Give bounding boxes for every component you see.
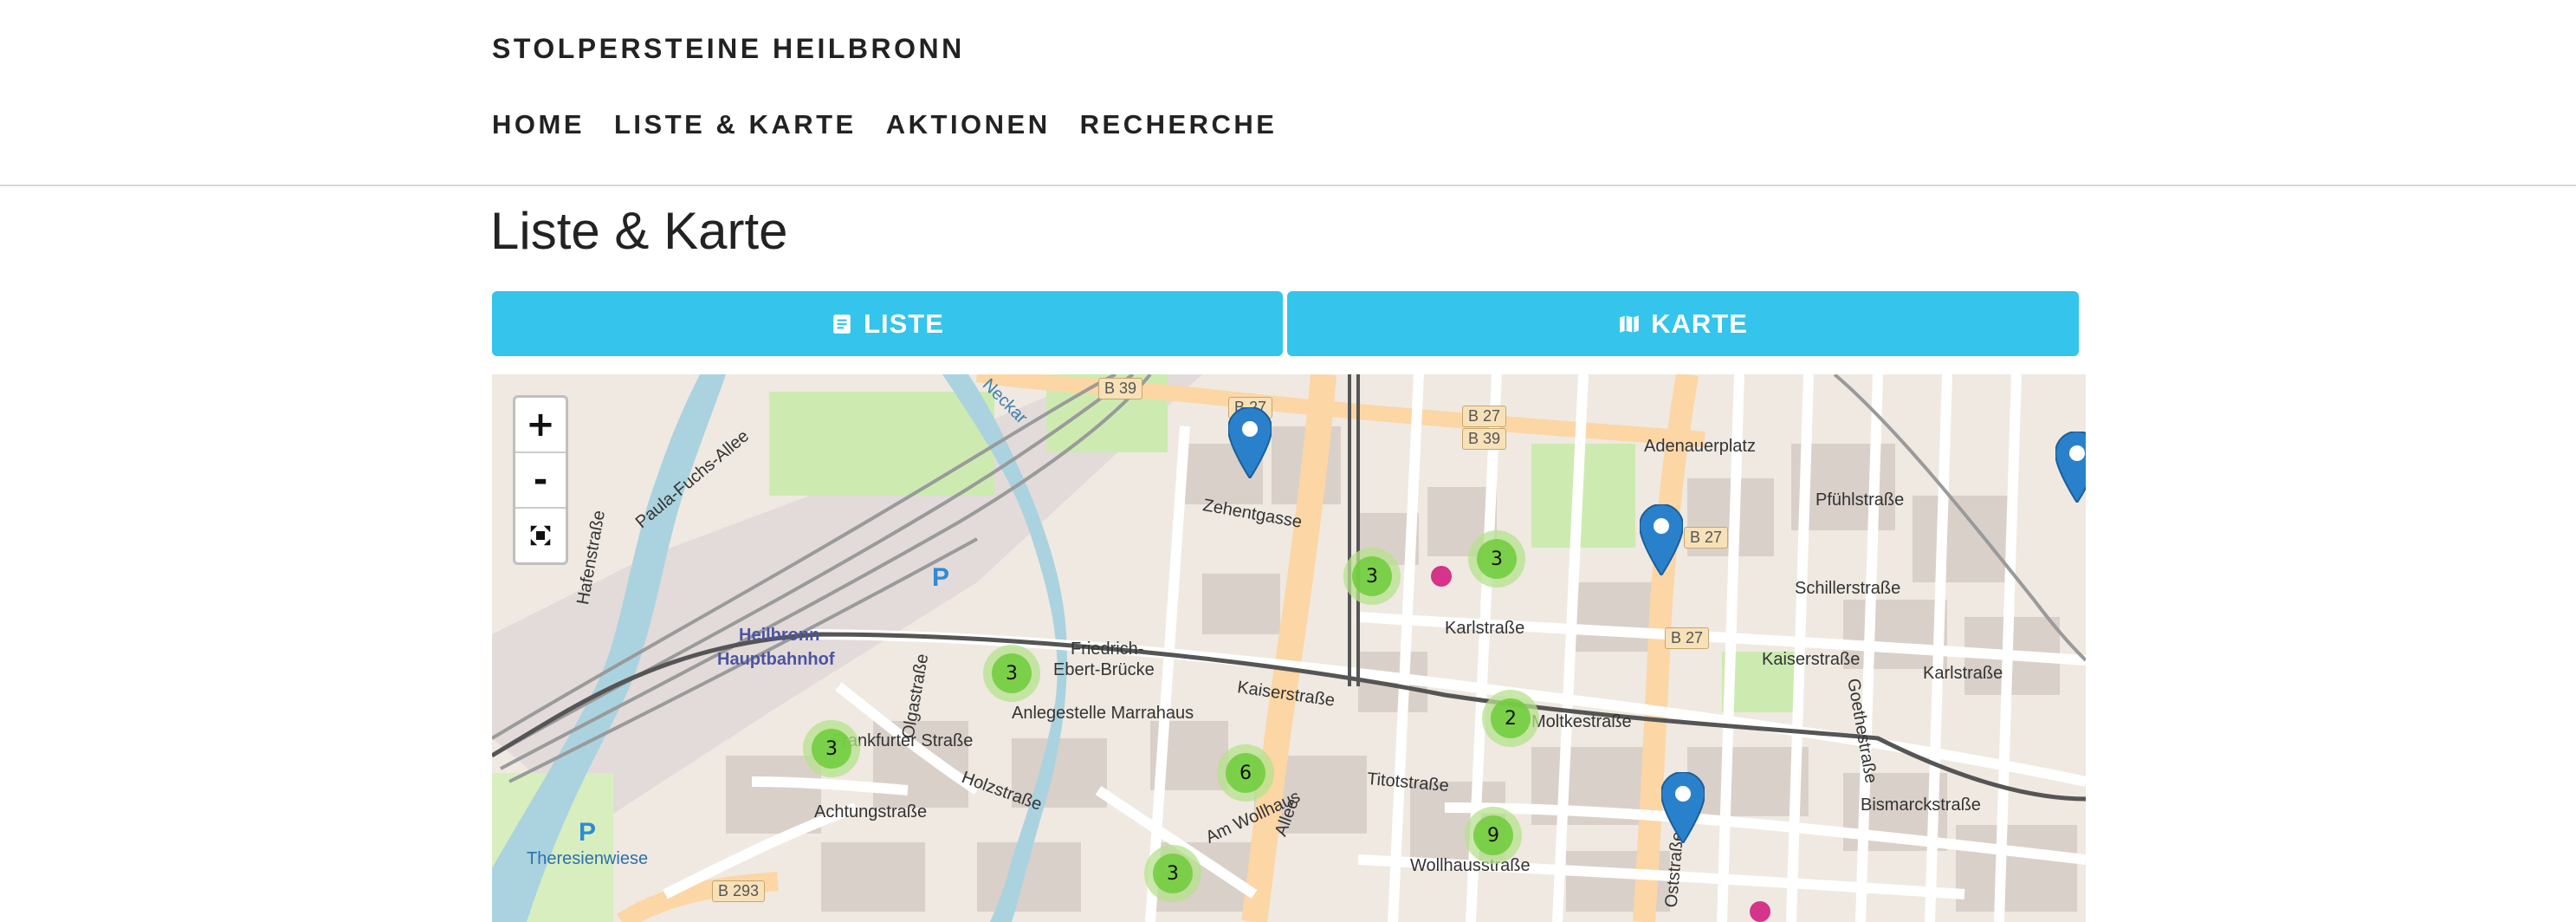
label-karlstrasse-east: Karlstraße — [1923, 664, 2003, 683]
map-marker-icon[interactable] — [1661, 772, 1705, 843]
label-karlstrasse: Karlstraße — [1445, 619, 1525, 638]
label-theresienwiese: Theresienwiese — [527, 849, 649, 868]
parking-icon: P — [579, 818, 597, 847]
marker-cluster[interactable]: 3 — [1144, 845, 1201, 902]
label-anlegestelle: Anlegestelle Marrahaus — [1012, 704, 1194, 723]
zoom-control: + - — [513, 395, 568, 565]
map[interactable]: Heilbronn Hauptbahnhof Friedrich- Ebert-… — [492, 374, 2086, 922]
marker-cluster[interactable]: 3 — [983, 645, 1040, 702]
nav-liste-karte[interactable]: LISTE & KARTE — [614, 109, 857, 140]
map-marker-icon[interactable] — [2055, 432, 2086, 503]
label-hauptbahnhof: Hauptbahnhof — [717, 650, 835, 669]
road-badge: B 39 — [1462, 428, 1507, 450]
label-kaiserstrasse-east: Kaiserstraße — [1762, 650, 1861, 669]
road-badge: B 27 — [1462, 406, 1507, 427]
marker-cluster[interactable]: 3 — [803, 720, 860, 777]
zoom-out-button[interactable]: - — [515, 453, 566, 509]
main-nav: HOME LISTE & KARTE AKTIONEN RECHERCHE — [492, 109, 1277, 140]
road-badge: B 27 — [1665, 627, 1710, 649]
label-achtungstrasse: Achtungstraße — [814, 802, 928, 821]
parking-icon: P — [932, 563, 950, 592]
nav-recherche[interactable]: RECHERCHE — [1080, 109, 1278, 140]
map-icon — [1620, 315, 1639, 333]
label-pfuehlstrasse: Pfühlstraße — [1815, 490, 1905, 510]
zoom-in-button[interactable]: + — [515, 398, 566, 453]
marker-cluster[interactable]: 3 — [1343, 548, 1401, 605]
cluster-count: 2 — [1491, 698, 1531, 738]
label-schillerstrasse: Schillerstraße — [1795, 579, 1901, 598]
cluster-count: 3 — [1153, 854, 1193, 893]
label-friedrich: Friedrich- — [1071, 640, 1144, 659]
cluster-count: 9 — [1473, 815, 1513, 855]
fullscreen-icon — [530, 525, 551, 546]
label-bismarckstrasse: Bismarckstraße — [1861, 795, 1981, 815]
map-marker-icon[interactable] — [1640, 504, 1683, 575]
marker-cluster[interactable]: 3 — [1468, 530, 1525, 588]
cluster-count: 3 — [992, 653, 1032, 693]
karte-button[interactable]: KARTE — [1287, 291, 2079, 356]
label-ebert-bruecke: Ebert-Brücke — [1053, 660, 1155, 679]
label-wollhausstrasse: Wollhausstraße — [1410, 856, 1531, 875]
label-heilbronn: Heilbronn — [739, 626, 820, 645]
fullscreen-button[interactable] — [515, 509, 566, 562]
marker-cluster[interactable]: 2 — [1482, 690, 1539, 747]
road-badge: B 39 — [1098, 378, 1143, 399]
label-moltkestrasse: Moltkestraße — [1531, 712, 1632, 731]
cluster-count: 3 — [1477, 539, 1517, 579]
liste-button[interactable]: LISTE — [492, 291, 1283, 356]
list-icon — [833, 314, 851, 334]
liste-button-label: LISTE — [864, 308, 944, 339]
cluster-count: 6 — [1226, 753, 1265, 793]
road-badge: B 27 — [1684, 527, 1729, 549]
marker-cluster[interactable]: 9 — [1465, 807, 1522, 864]
site-header: STOLPERSTEINE HEILBRONN HOME LISTE & KAR… — [0, 0, 2576, 186]
map-marker-icon[interactable] — [1228, 407, 1272, 478]
label-adenauerplatz: Adenauerplatz — [1644, 437, 1756, 456]
page-title: Liste & Karte — [490, 202, 788, 260]
nav-home[interactable]: HOME — [492, 109, 585, 140]
site-title[interactable]: STOLPERSTEINE HEILBRONN — [492, 33, 965, 65]
marker-cluster[interactable]: 6 — [1217, 744, 1274, 802]
cluster-count: 3 — [812, 729, 851, 769]
nav-aktionen[interactable]: AKTIONEN — [886, 109, 1051, 140]
karte-button-label: KARTE — [1651, 308, 1748, 339]
cluster-count: 3 — [1352, 556, 1392, 596]
road-badge: B 293 — [712, 880, 766, 902]
